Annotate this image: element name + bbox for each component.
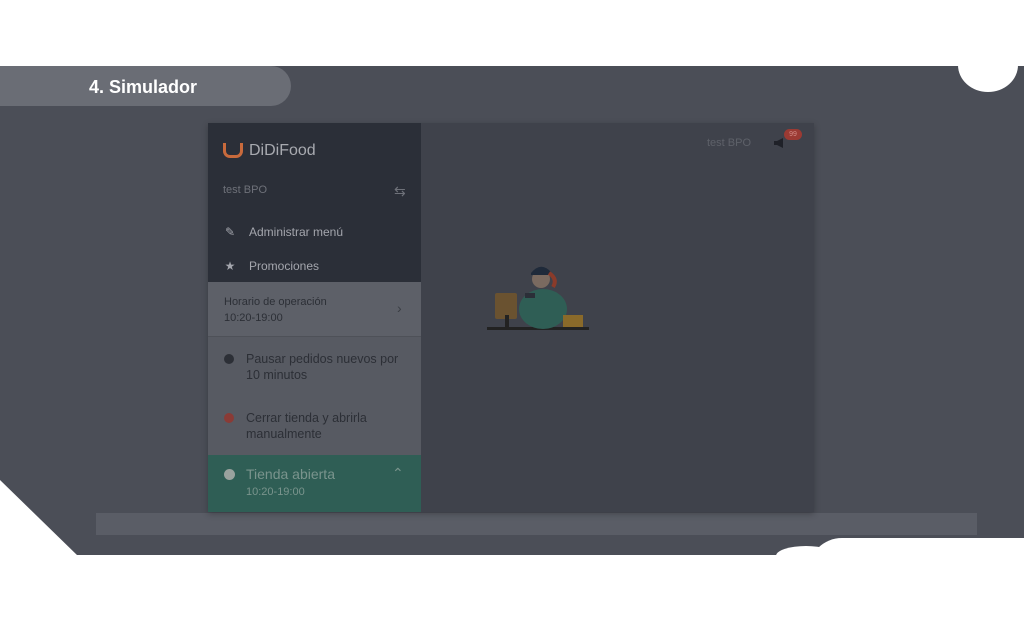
didi-logo-icon	[223, 142, 243, 158]
sidebar-item-admin-menu[interactable]: ✎ Administrar menú	[223, 225, 343, 239]
radio-icon	[224, 354, 234, 364]
sidebar-item-label: Administrar menú	[249, 225, 344, 239]
close-store-label: Cerrar tienda y abrirla manualmente	[246, 411, 367, 441]
swap-store-icon[interactable]: ⇆	[394, 183, 406, 200]
store-status-time: 10:20-19:00	[246, 486, 305, 498]
operating-hours-time: 10:20-19:00	[224, 312, 283, 324]
bottom-bar	[96, 513, 977, 535]
brand-logo[interactable]: DiDiFood	[223, 140, 316, 162]
pause-orders-label: Pausar pedidos nuevos por 10 minutos	[246, 352, 399, 382]
store-status-label: Tienda abierta	[246, 466, 335, 482]
header-user[interactable]: test BPO	[707, 137, 751, 149]
sidebar: DiDiFood test BPO ⇆ ✎ Administrar menú ★…	[208, 123, 421, 512]
decorative-shape	[958, 38, 1018, 92]
sidebar-item-promotions[interactable]: ★ Promociones	[223, 259, 319, 273]
megaphone-icon[interactable]	[773, 137, 787, 149]
decorative-shape	[0, 480, 78, 556]
decorative-shape	[776, 546, 836, 566]
main-panel: test BPO 99	[421, 123, 814, 512]
star-icon: ★	[224, 259, 236, 273]
decorative-shape	[808, 538, 1024, 598]
empty-state-illustration	[487, 266, 589, 330]
store-name: test BPO	[223, 184, 268, 196]
operating-hours-row[interactable]: Horario de operación 10:20-19:00 ›	[208, 282, 421, 337]
close-store-icon	[224, 413, 234, 423]
slide-title: 4. Simulador	[89, 77, 198, 97]
operating-hours-label: Horario de operación	[224, 296, 327, 308]
close-store-option[interactable]: Cerrar tienda y abrirla manualmente	[224, 410, 414, 442]
chevron-right-icon: ›	[397, 300, 402, 316]
pencil-icon: ✎	[224, 225, 236, 239]
brand-name: DiDiFood	[249, 142, 316, 159]
notification-badge: 99	[784, 129, 802, 140]
store-status-toggle[interactable]: Tienda abierta 10:20-19:00 ⌃	[208, 455, 421, 512]
sidebar-item-label: Promociones	[249, 259, 320, 273]
chevron-up-icon: ⌃	[392, 465, 404, 481]
pause-orders-option[interactable]: Pausar pedidos nuevos por 10 minutos	[224, 351, 414, 383]
status-dot-icon	[224, 469, 235, 480]
sidebar-header: DiDiFood test BPO ⇆ ✎ Administrar menú ★…	[208, 123, 421, 282]
simulator-window: DiDiFood test BPO ⇆ ✎ Administrar menú ★…	[208, 123, 814, 512]
